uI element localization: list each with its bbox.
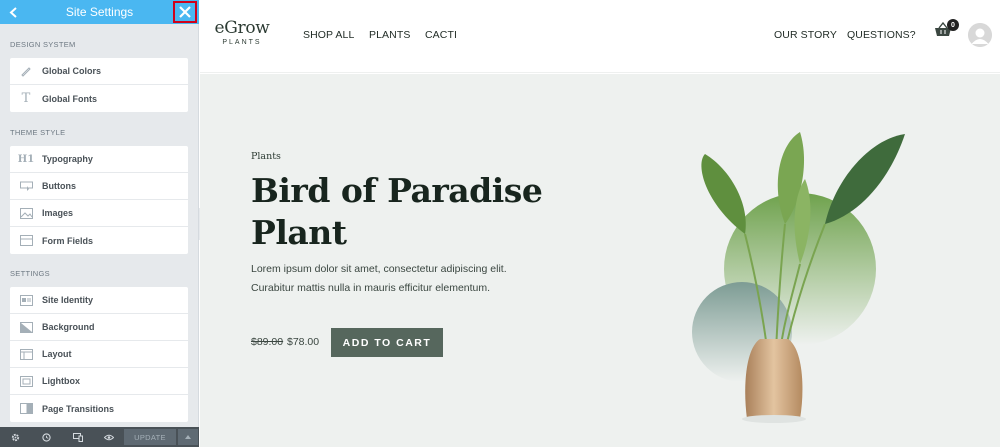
product-hero: Plants Bird of Paradise Plant Lorem ipsu… [200,74,1000,447]
menu-item-global-fonts[interactable]: T Global Fonts [10,85,188,112]
menu-item-site-identity[interactable]: Site Identity [10,287,188,314]
avatar[interactable] [968,23,992,47]
settings-button[interactable] [0,427,31,447]
original-price: $89.00 [251,336,284,348]
font-icon: T [21,91,31,106]
chevron-left-icon [9,6,17,18]
product-title: Bird of Paradise Plant [251,171,543,252]
back-button[interactable] [0,0,26,24]
section-label-theme-style: THEME STYLE [10,128,66,137]
responsive-button[interactable] [62,427,93,447]
menu-item-label: Global Colors [42,66,102,76]
menu-item-background[interactable]: Background [10,314,188,341]
update-button[interactable]: UPDATE [124,429,176,445]
responsive-icon [72,432,83,442]
logo-brand: eGrow [214,18,270,38]
nav-link-our-story[interactable]: OUR STORY [774,29,837,41]
id-card-icon [10,294,42,306]
preview-button[interactable] [93,427,124,447]
add-to-cart-button[interactable]: ADD TO CART [331,328,443,357]
section-label-settings: SETTINGS [10,269,50,278]
menu-item-buttons[interactable]: Buttons [10,173,188,200]
menu-item-form-fields[interactable]: Form Fields [10,227,188,254]
eye-icon [103,434,114,440]
cart-count-badge: 0 [947,19,959,31]
menu-item-label: Form Fields [42,235,94,246]
panel-header: Site Settings [0,0,199,24]
lightbox-icon [10,375,42,387]
site-logo[interactable]: eGrow PLANTS [212,18,272,46]
site-settings-panel: Site Settings DESIGN SYSTEM Global Color… [0,0,199,447]
panel-title: Site Settings [65,5,134,19]
menu-item-page-transitions[interactable]: Page Transitions [10,395,188,422]
menu-item-label: Layout [42,349,72,359]
logo-subtitle: PLANTS [222,39,262,46]
product-image [692,132,905,423]
menu-item-typography[interactable]: H1 Typography [10,146,188,173]
menu-item-images[interactable]: Images [10,200,188,227]
button-icon [10,181,42,191]
history-button[interactable] [31,427,62,447]
menu-item-layout[interactable]: Layout [10,341,188,368]
menu-item-label: Site Identity [42,295,94,305]
brush-icon [10,65,42,77]
nav-link-questions[interactable]: QUESTIONS? [847,29,916,41]
theme-style-group: H1 Typography Buttons Images Form Fields [10,146,188,254]
site-preview: eGrow PLANTS SHOP ALL PLANTS CACTI OUR S… [200,0,1000,447]
menu-item-label: Page Transitions [42,403,115,414]
panel-footer: UPDATE [0,427,199,447]
caret-up-icon [185,435,191,439]
menu-item-label: Global Fonts [42,93,97,104]
design-system-group: Global Colors T Global Fonts [10,58,188,112]
heading-icon: H1 [17,153,35,165]
nav-link-shop-all[interactable]: SHOP ALL [303,29,354,41]
site-header: eGrow PLANTS SHOP ALL PLANTS CACTI OUR S… [200,0,1000,73]
save-options-button[interactable] [178,429,198,445]
menu-item-lightbox[interactable]: Lightbox [10,368,188,395]
sale-price: $78.00 [287,336,320,348]
menu-item-label: Typography [42,154,93,164]
settings-group: Site Identity Background Layout Lightbox… [10,287,188,422]
menu-item-label: Lightbox [42,376,80,386]
transition-icon [10,403,42,414]
menu-item-label: Images [42,208,74,218]
product-category: Plants [251,151,281,162]
layout-icon [10,348,42,360]
close-icon [179,6,191,18]
close-button[interactable] [173,1,197,23]
form-icon [10,235,42,246]
menu-item-label: Background [42,322,95,332]
product-description: Lorem ipsum dolor sit amet, consectetur … [251,263,507,294]
image-icon [10,207,42,219]
section-label-design-system: DESIGN SYSTEM [10,40,76,49]
gear-icon [11,433,20,441]
background-icon [10,321,42,333]
history-icon [42,432,51,442]
user-icon [968,23,992,47]
nav-link-plants[interactable]: PLANTS [369,29,410,41]
menu-item-global-colors[interactable]: Global Colors [10,58,188,85]
nav-link-cacti[interactable]: CACTI [425,29,457,41]
menu-item-label: Buttons [42,181,76,191]
